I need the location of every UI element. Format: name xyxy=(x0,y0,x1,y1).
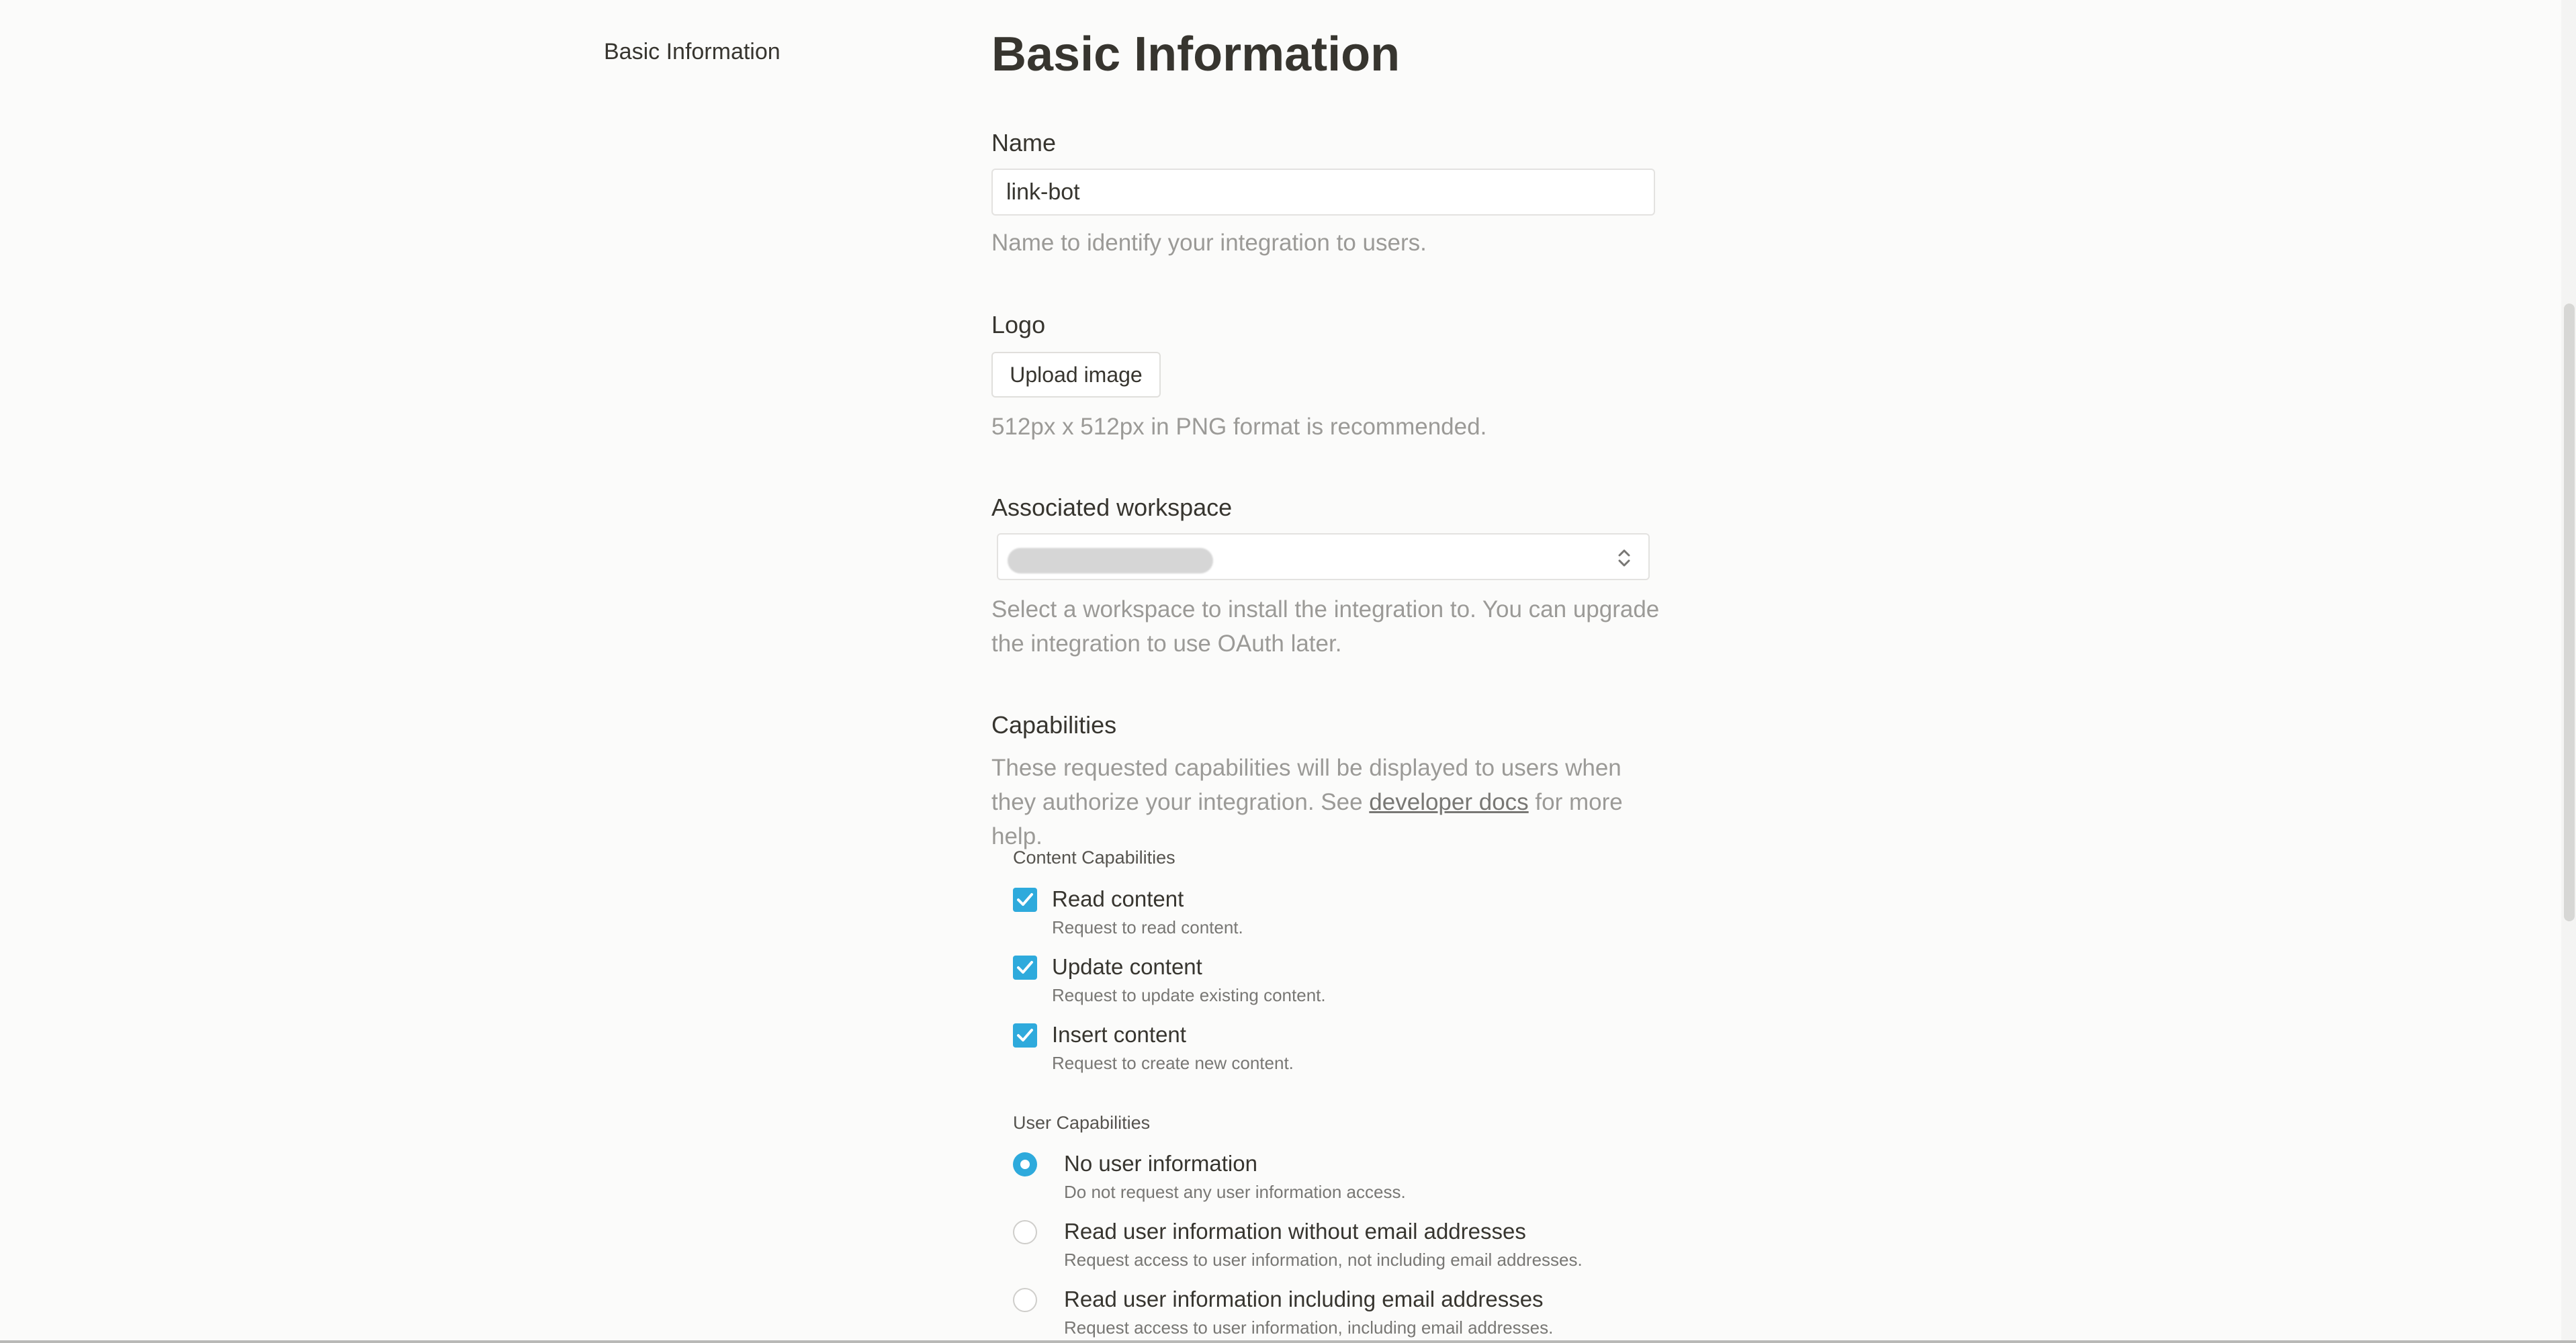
scrollbar-track[interactable] xyxy=(2561,0,2576,1343)
upload-image-button[interactable]: Upload image xyxy=(991,352,1161,398)
scrollbar-thumb[interactable] xyxy=(2564,304,2575,921)
user-info-with-email-label: Read user information including email ad… xyxy=(1064,1287,1544,1311)
user-info-without-email-label: Read user information without email addr… xyxy=(1064,1219,1526,1244)
user-info-without-email-radio[interactable] xyxy=(1013,1220,1037,1244)
radio-dot xyxy=(1020,1160,1030,1169)
user-info-with-email-description: Request access to user information, incl… xyxy=(1064,1317,1554,1338)
update-content-description: Request to update existing content. xyxy=(1052,985,1326,1005)
checkmark-icon xyxy=(1017,893,1033,906)
logo-label: Logo xyxy=(991,311,1046,338)
redacted-workspace-name xyxy=(1008,548,1213,573)
user-info-without-email-description: Request access to user information, not … xyxy=(1064,1250,1583,1270)
insert-content-checkbox[interactable] xyxy=(1013,1023,1037,1048)
no-user-info-radio[interactable] xyxy=(1013,1152,1037,1176)
workspace-select[interactable] xyxy=(997,533,1650,580)
content-capabilities-label: Content Capabilities xyxy=(1013,847,1175,868)
capabilities-title: Capabilities xyxy=(991,711,1117,739)
page-title: Basic Information xyxy=(991,28,1401,81)
sidebar-item-basic-information[interactable]: Basic Information xyxy=(604,39,781,65)
user-info-with-email-radio[interactable] xyxy=(1013,1288,1037,1312)
update-content-checkbox[interactable] xyxy=(1013,956,1037,980)
capabilities-help-text: These requested capabilities will be dis… xyxy=(991,751,1663,853)
read-content-label: Read content xyxy=(1052,886,1184,911)
bottom-divider xyxy=(0,1340,2576,1343)
no-user-info-label: No user information xyxy=(1064,1151,1257,1176)
read-content-checkbox[interactable] xyxy=(1013,888,1037,912)
update-content-label: Update content xyxy=(1052,954,1202,979)
insert-content-description: Request to create new content. xyxy=(1052,1053,1294,1073)
name-input[interactable] xyxy=(991,169,1655,216)
developer-docs-link[interactable]: developer docs xyxy=(1369,789,1528,815)
read-content-description: Request to read content. xyxy=(1052,917,1243,937)
workspace-label: Associated workspace xyxy=(991,494,1233,521)
name-label: Name xyxy=(991,129,1057,156)
name-help-text: Name to identify your integration to use… xyxy=(991,230,1427,256)
logo-help-text: 512px x 512px in PNG format is recommend… xyxy=(991,414,1487,440)
insert-content-label: Insert content xyxy=(1052,1022,1186,1047)
workspace-help-text: Select a workspace to install the integr… xyxy=(991,596,1660,657)
checkmark-icon xyxy=(1017,961,1033,974)
user-capabilities-label: User Capabilities xyxy=(1013,1113,1151,1133)
checkmark-icon xyxy=(1017,1029,1033,1041)
chevron-up-down-icon xyxy=(1618,549,1630,567)
integration-settings-page: Basic Information Basic Information Name… xyxy=(0,0,2576,1343)
no-user-info-description: Do not request any user information acce… xyxy=(1064,1182,1406,1202)
